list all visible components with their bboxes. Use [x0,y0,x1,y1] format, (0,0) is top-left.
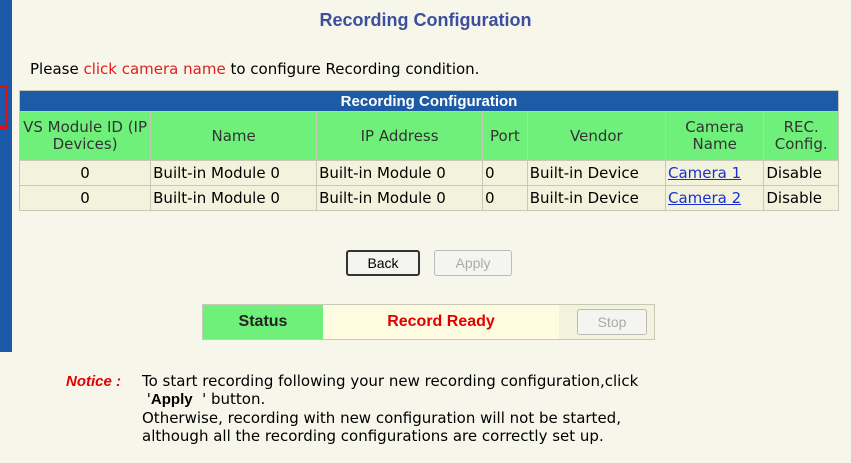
cell-rec-config: Disable [763,160,839,186]
intro-highlight: click camera name [83,60,226,78]
notice-line-4: although all the recording configuration… [142,427,604,445]
col-header-port: Port [482,111,528,161]
cell-name: Built-in Module 0 [150,160,318,186]
notice-line-3: Otherwise, recording with new configurat… [142,409,621,427]
cell-module-id: 0 [18,160,152,186]
status-value: Record Ready [323,305,559,339]
col-header-name: Name [150,111,318,161]
col-header-ip: IP Address [316,111,484,161]
cell-module-id: 0 [18,185,152,211]
recording-config-table: Recording Configuration VS Module ID (IP… [18,90,839,211]
status-label: Status [203,305,323,339]
intro-text: Please click camera name to configure Re… [30,60,479,78]
intro-after: to configure Recording condition. [225,60,480,78]
table-title: Recording Configuration [19,90,839,112]
notice-text: To start recording following your new re… [142,372,842,445]
cell-ip: Built-in Module 0 [316,160,484,186]
notice-line-1: To start recording following your new re… [142,372,639,390]
cell-camera: Camera 2 [664,185,765,211]
stop-button[interactable]: Stop [577,309,647,335]
cell-port: 0 [482,185,528,211]
cell-rec-config: Disable [763,185,839,211]
left-edge-highlight [0,85,8,129]
page-title: Recording Configuration [319,10,532,30]
col-header-rec: REC. Config. [763,111,839,161]
back-button[interactable]: Back [346,250,420,276]
notice-line-2: 'Apply ' button. [142,390,842,409]
cell-vendor: Built-in Device [526,185,667,211]
notice-block: Notice : To start recording following yo… [66,372,638,445]
camera-link[interactable]: Camera 1 [668,164,741,182]
cell-ip: Built-in Module 0 [316,185,484,211]
notice-label: Notice : [66,373,122,390]
cell-camera: Camera 1 [664,160,765,186]
col-header-module-id: VS Module ID (IP Devices) [18,111,152,161]
apply-button[interactable]: Apply [434,250,512,276]
cell-port: 0 [482,160,528,186]
table-row: 0 Built-in Module 0 Built-in Module 0 0 … [18,185,839,211]
cell-vendor: Built-in Device [526,160,667,186]
intro-before: Please [30,60,84,78]
col-header-camera: Camera Name [664,111,765,161]
cell-name: Built-in Module 0 [150,185,318,211]
notice-apply-word: Apply [150,391,193,408]
left-edge-panel [0,0,12,352]
notice-line-2-rest: ' button. [192,390,266,408]
table-row: 0 Built-in Module 0 Built-in Module 0 0 … [18,160,839,186]
col-header-vendor: Vendor [526,111,667,161]
status-bar: Status Record Ready Stop [202,304,655,340]
camera-link[interactable]: Camera 2 [668,189,741,207]
